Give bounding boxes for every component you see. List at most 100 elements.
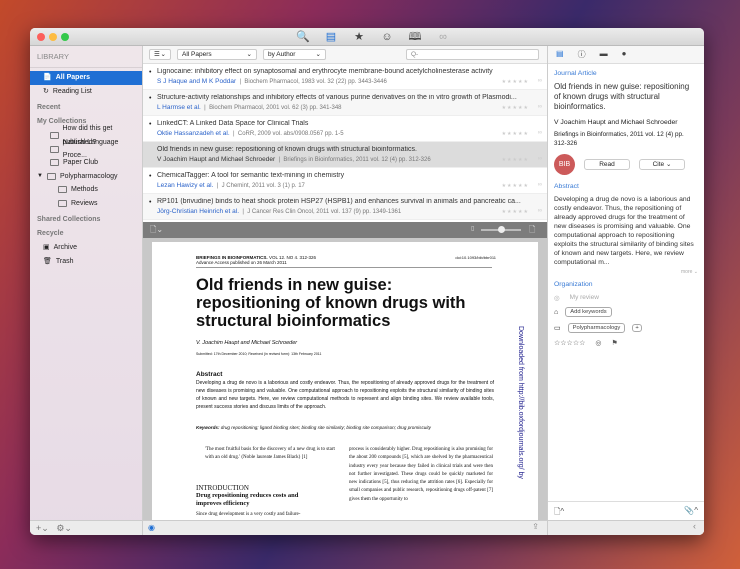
glasses-icon[interactable]: ∞ [538, 78, 542, 84]
sidebar-item-collection[interactable]: ▼ Polypharmacology [30, 170, 142, 184]
zoom-button[interactable] [61, 33, 69, 41]
sidebar-item-trash[interactable]: 🗑 Trash [30, 255, 142, 269]
paper-source: Biochem Pharmacol, 2001 vol. 62 (3) pp. … [209, 105, 342, 111]
recycle-heading: Recycle [37, 230, 64, 237]
title-bar: 🔍 ▤ ★ ☺ 🕮 ∞ [30, 28, 704, 46]
detail-source[interactable]: Briefings in Bioinformatics, 2011 vol. 1… [554, 130, 698, 148]
glasses-icon[interactable]: ∞ [538, 156, 542, 162]
disclosure-triangle-icon[interactable]: ▼ [37, 170, 43, 184]
table-row[interactable]: • LinkedCT: A Linked Data Space for Clini… [143, 116, 547, 142]
search-input[interactable]: Q- [406, 49, 539, 60]
close-button[interactable] [37, 33, 45, 41]
pdf-viewer[interactable]: BRIEFINGS IN BIOINFORMATICS. VOL 12. NO … [143, 238, 547, 520]
pdf-keywords: drug repositioning; ligand binding sites… [220, 425, 431, 430]
archive-icon: ▣ [43, 244, 50, 251]
comment-icon[interactable]: ● [622, 49, 627, 60]
share-icon[interactable]: ⇪ [532, 522, 539, 531]
rating-stars[interactable]: ★★★★★ [502, 183, 529, 189]
sidebar-item-reading-list[interactable]: ↻ Reading List [30, 85, 142, 99]
rating-stars[interactable]: ★★★★★ [502, 105, 529, 111]
menu-icon: ☰ [154, 51, 160, 58]
read-button[interactable]: Read [584, 159, 630, 170]
search-add-icon[interactable]: 🔍 [295, 30, 311, 44]
list-view-menu[interactable]: ☰ ⌄ [149, 49, 171, 60]
trash-icon: 🗑 [43, 257, 52, 265]
label: Reading List [52, 87, 92, 95]
paper-title: Lignocaine: inhibitory effect on synapto… [157, 68, 493, 75]
table-row[interactable]: Old friends in new guise: repositioning … [143, 142, 547, 168]
label: Reviews [71, 199, 98, 207]
add-collection-button[interactable]: + [632, 324, 642, 332]
details-tab-icon[interactable]: ▤ [556, 49, 564, 60]
rating-stars[interactable]: ★★★★★ [502, 79, 529, 85]
add-icon[interactable]: +⌄ [36, 523, 49, 533]
zoom-slider[interactable] [481, 226, 521, 233]
glasses-icon[interactable]: ∞ [435, 30, 451, 44]
shared-collections-heading[interactable]: Shared Collections [30, 210, 142, 227]
zoom-slider-knob[interactable] [497, 226, 505, 233]
pdf-title: Old friends in new guise: repositioning … [196, 276, 466, 330]
paper-authors: Jörg-Christian Heinrich et al. [157, 208, 240, 215]
rating-stars[interactable]: ★★★★★ [502, 131, 529, 137]
cite-button[interactable]: Cite ⌄ [639, 159, 685, 170]
flag-icon[interactable]: ⚑ [612, 339, 618, 347]
unread-dot-icon: • [149, 173, 152, 180]
pdf-keywords-label: Keywords: [196, 425, 220, 430]
list-toolbar: ☰ ⌄ All Papers ⌄ by Author ⌄ Q- [143, 46, 547, 64]
pdf-authors: V. Joachim Haupt and Michael Schroeder [196, 340, 298, 346]
rating-stars[interactable]: ☆☆☆☆☆ [554, 339, 585, 347]
briefcase-icon[interactable]: ▬ [600, 49, 608, 60]
library-icon[interactable]: ▤ [323, 30, 339, 44]
paper-source: J Cancer Res Clin Oncol, 2011 vol. 137 (… [247, 209, 402, 215]
pdf-advance: Advance Access published on 26 March 201… [196, 260, 287, 265]
sort-select[interactable]: by Author ⌄ [263, 49, 326, 60]
zoom-out-icon: ▯ [471, 226, 475, 232]
sidebar-item-archive[interactable]: ▣ Archive [30, 241, 142, 255]
pdf-submitted: Submitted: 17th December 2010; Received … [196, 352, 322, 356]
attachment-icon[interactable]: 📎^ [684, 506, 698, 520]
notes-icon[interactable]: 🗋^ [554, 506, 564, 520]
filter-select[interactable]: All Papers ⌄ [177, 49, 257, 60]
paper-source: CoRR, 2009 vol. abs/0908.0567 pp. 1-5 [237, 131, 344, 137]
collapse-panel-button[interactable]: ‹ [548, 520, 704, 535]
more-link[interactable]: more ⌄ [554, 269, 698, 275]
table-row[interactable]: • ChemicalTagger: A tool for semantic tex… [143, 168, 547, 194]
info-icon[interactable]: ⓘ [578, 49, 586, 60]
sidebar-item-all-papers[interactable]: 📄 All Papers [30, 71, 142, 85]
glasses-icon[interactable]: ∞ [538, 130, 542, 136]
star-icon[interactable]: ★ [351, 30, 367, 44]
detail-title[interactable]: Old friends in new guise: repositioning … [554, 82, 698, 112]
eye-icon[interactable]: ◉ [148, 523, 155, 532]
paper-title: RP101 (brivudine) binds to heat shock pr… [157, 198, 521, 205]
rating-stars[interactable]: ★★★★★ [502, 209, 529, 215]
glasses-icon[interactable]: ∞ [538, 208, 542, 214]
add-keywords-button[interactable]: Add keywords [565, 307, 612, 317]
detail-authors[interactable]: V Joachim Haupt and Michael Schroeder [554, 119, 698, 126]
table-row[interactable]: • Lignocaine: inhibitory effect on synapt… [143, 64, 547, 90]
paper-authors: Oktie Hassanzadeh et al. [157, 130, 230, 137]
table-row[interactable]: • Structure-activity relationships and in… [143, 90, 547, 116]
book-icon[interactable]: 🕮 [407, 30, 423, 44]
sidebar-item-subcollection[interactable]: Methods [30, 183, 142, 197]
recent-heading[interactable]: Recent [30, 98, 142, 115]
sidebar-item-subcollection[interactable]: Reviews [30, 197, 142, 211]
unread-dot-icon: • [149, 199, 152, 206]
paper-title: ChemicalTagger: A tool for semantic text… [157, 172, 345, 179]
sidebar-item-collection[interactable]: Natural Language Proce... [30, 139, 142, 159]
rating-stars[interactable]: ★★★★★ [502, 157, 529, 163]
organization-label: Organization [554, 281, 593, 288]
document-icon[interactable]: 🗋⌄ [150, 224, 163, 238]
review-placeholder: My review [569, 294, 599, 301]
minimize-button[interactable] [49, 33, 57, 41]
person-icon[interactable]: ☺ [379, 30, 395, 44]
table-row[interactable]: • RP101 (brivudine) binds to heat shock p… [143, 194, 547, 220]
glasses-icon[interactable]: ∞ [538, 182, 542, 188]
unread-icon[interactable]: ◎ [595, 339, 601, 347]
collection-chip[interactable]: Polypharmacology [567, 323, 626, 333]
review-field[interactable]: ◎ My review [554, 294, 698, 302]
paper-source: J Chemint, 2011 vol. 3 (1) p. 17 [221, 183, 305, 189]
pdf-intro-heading: INTRODUCTION [196, 484, 249, 492]
glasses-icon[interactable]: ∞ [538, 104, 542, 110]
pdf-toolbar: 🗋⌄ ▯ 🗋 [143, 222, 547, 238]
gear-icon[interactable]: ⚙⌄ [56, 523, 72, 533]
